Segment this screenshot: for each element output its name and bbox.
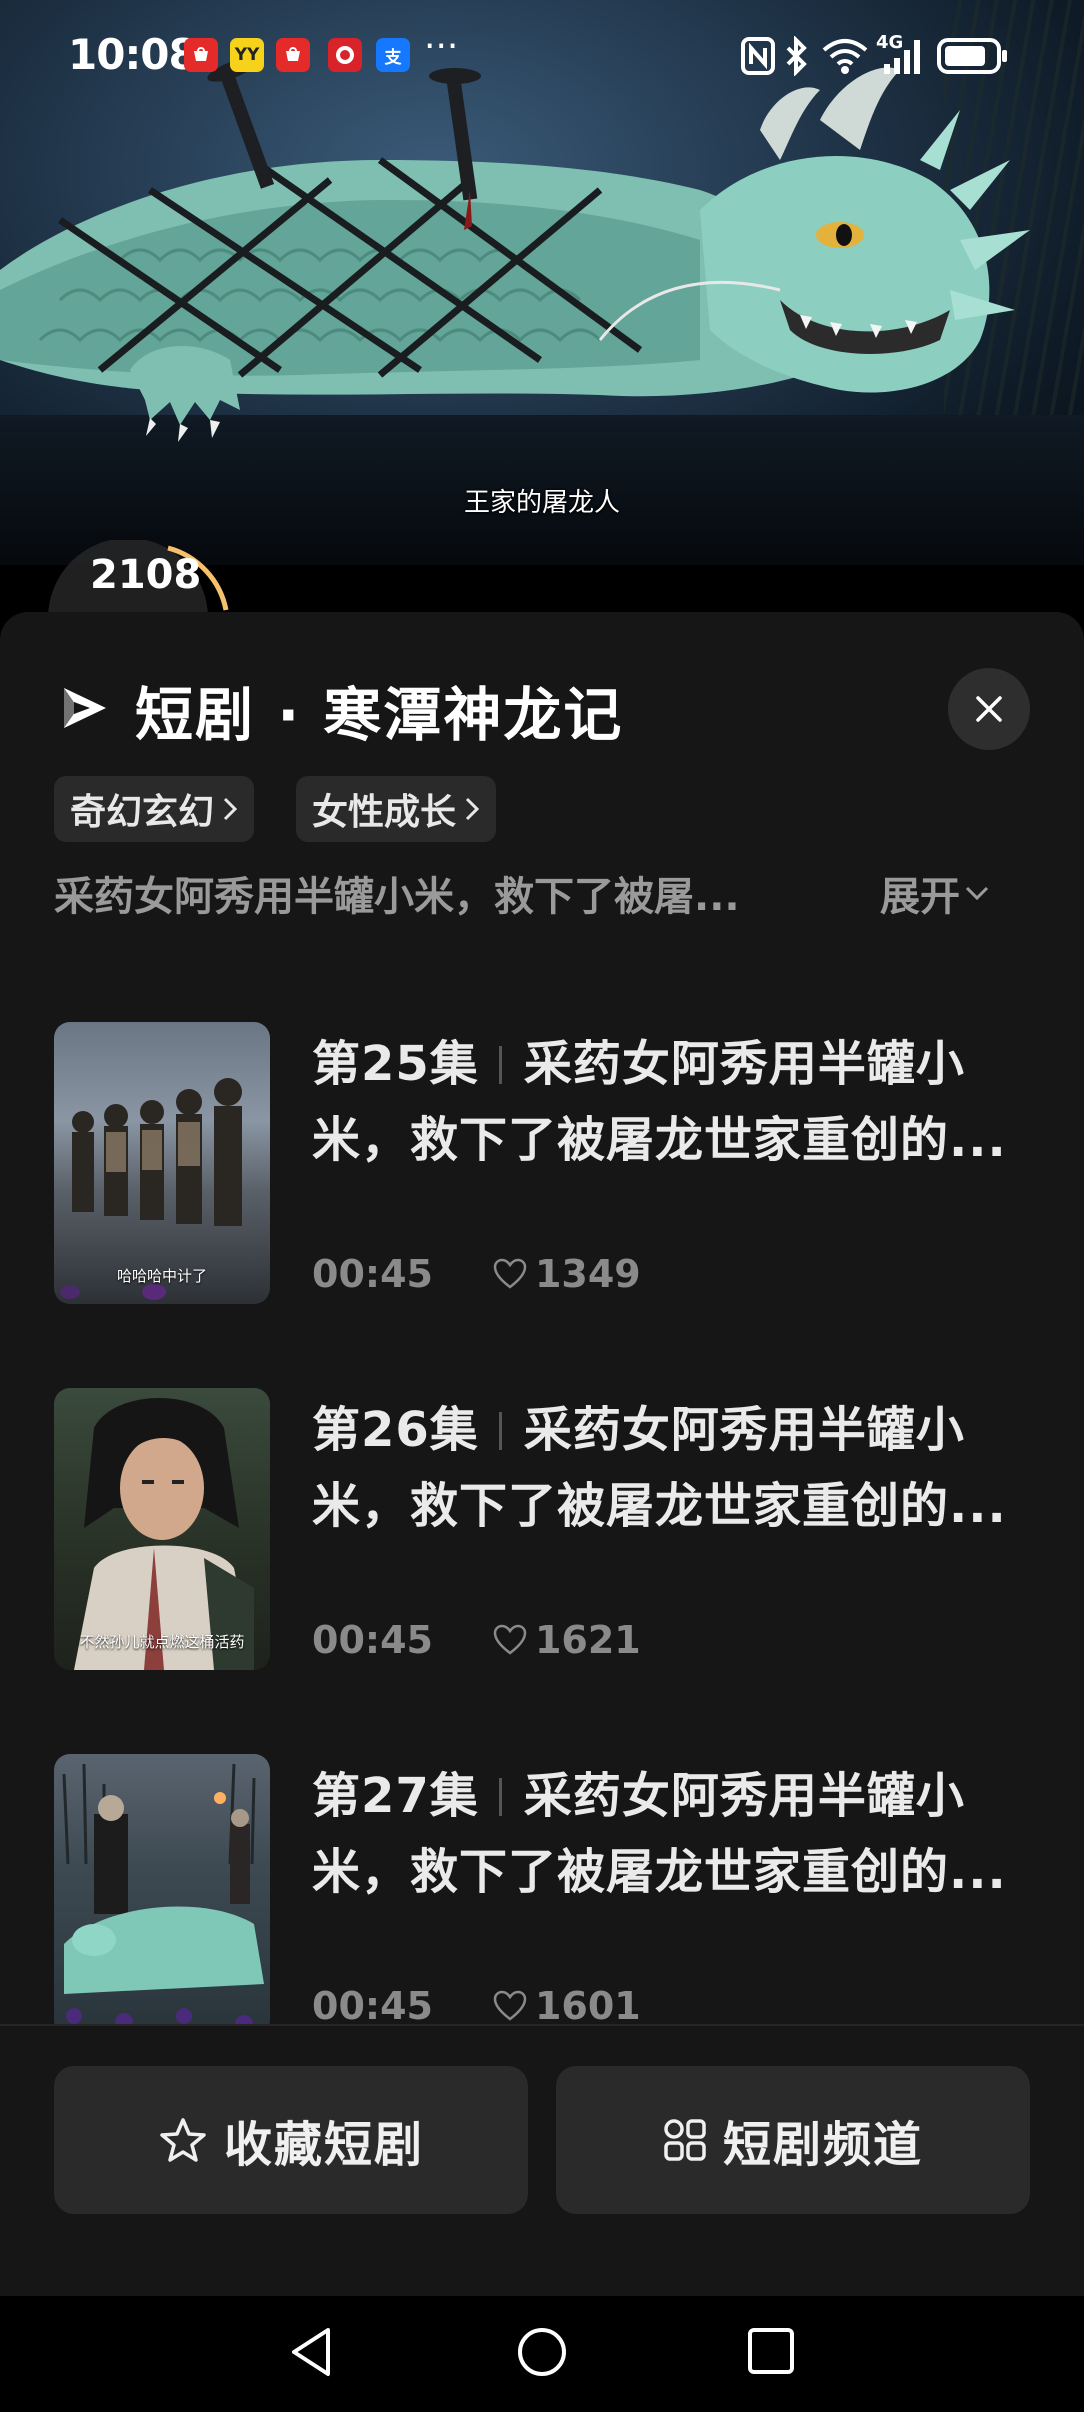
episode-title-line1: 采药女阿秀用半罐小 [523,1402,965,1458]
huawei-store-icon [184,38,218,72]
bluetooth-icon [786,36,807,76]
tag-fantasy[interactable]: 奇幻玄幻 [54,776,255,842]
episode-likes: 1601 [493,1984,641,2028]
thumbnail-caption: 不然孙儿就点燃这桶活药 [79,1633,245,1651]
favorite-drama-button[interactable]: 收藏短剧 [54,2066,528,2214]
title-separator [498,1412,502,1450]
thumbnail-art [62,1763,264,2033]
back-icon[interactable] [286,2324,336,2380]
thumbnail-caption: 哈哈哈中计了 [116,1267,207,1285]
favorite-label: 收藏短剧 [223,2117,424,2173]
star-icon [160,2118,206,2162]
more-notifications-icon: ··· [424,26,459,67]
status-bar: 10:08 YY 支 ··· 4G [0,0,1084,110]
episode-title: 第26集 采药女阿秀用半罐小 米，救下了被屠龙世家重创的... [312,1392,1042,1544]
expand-label: 展开 [880,874,960,920]
chevron-down-icon [965,886,989,901]
episode-title-line2: 米，救下了被屠龙世家重创的... [312,1112,1007,1168]
episode-title-line1: 采药女阿秀用半罐小 [523,1768,965,1824]
episode-number: 第25集 [312,1036,479,1092]
episode-title-line2: 米，救下了被屠龙世家重创的... [312,1478,1007,1534]
close-icon [976,696,1002,722]
tag-female-growth[interactable]: 女性成长 [296,776,497,842]
expand-synopsis-button[interactable]: 展开 [880,864,990,922]
action-bar-divider [0,2024,1084,2026]
episode-duration: 00:45 [312,1252,433,1296]
home-icon[interactable] [514,2324,570,2380]
huawei-app-icon [276,38,310,72]
episode-meta: 00:45 1621 [312,1618,641,1662]
episode-number: 第27集 [312,1768,479,1824]
recent-apps-icon[interactable] [744,2324,800,2380]
heart-icon [493,1624,527,1655]
tag-label: 奇幻玄幻 [70,792,215,833]
episode-title: 第27集 采药女阿秀用半罐小 米，救下了被屠龙世家重创的... [312,1758,1042,1910]
episode-duration: 00:45 [312,1984,433,2028]
system-navigation-bar [0,2296,1084,2412]
episode-likes: 1349 [493,1252,641,1296]
view-counter-badge: 2108 [40,540,240,620]
episode-thumbnail: 哈哈哈中计了 [54,1022,270,1304]
thumbnail-art [74,1398,254,1670]
thumbnail-art [60,1078,242,1300]
status-time: 10:08 [68,30,198,79]
counter-value: 2108 [90,552,202,598]
short-drama-logo-icon [64,688,106,728]
title-separator [498,1778,502,1816]
signal-icon [884,40,920,74]
grid-icon [664,2119,706,2161]
heart-icon [493,1990,527,2021]
video-subtitle: 王家的屠龙人 [463,488,620,518]
episode-duration: 00:45 [312,1618,433,1662]
drama-channel-button[interactable]: 短剧频道 [556,2066,1030,2214]
chevron-right-icon [465,797,480,821]
episode-meta: 00:45 1601 [312,1984,641,2028]
title-separator [498,1046,502,1084]
channel-label: 短剧频道 [722,2117,923,2173]
nfc-icon [741,37,775,75]
episode-item-25[interactable]: 哈哈哈中计了 第25集 采药女阿秀用半罐小 米，救下了被屠龙世家重创的... 00… [54,1022,1034,1304]
drama-episode-sheet: 短剧 · 寒潭神龙记 奇幻玄幻 女性成长 采药女阿秀用半罐小米，救下了被屠...… [0,612,1084,2296]
yy-app-icon: YY [230,38,264,72]
episode-likes: 1621 [493,1618,641,1662]
chevron-right-icon [223,797,238,821]
episode-number: 第26集 [312,1402,479,1458]
wifi-icon [822,39,868,74]
episode-meta: 00:45 1349 [312,1252,641,1296]
likes-count: 1621 [534,1618,641,1662]
heart-icon [493,1258,527,1289]
tag-label: 女性成长 [312,792,457,833]
episode-title: 第25集 采药女阿秀用半罐小 米，救下了被屠龙世家重创的... [312,1026,1042,1178]
alipay-icon: 支 [376,38,410,72]
episode-thumbnail: 不然孙儿就点燃这桶活药 [54,1388,270,1670]
red-app-icon [328,38,362,72]
close-button[interactable] [948,668,1030,750]
battery-icon [937,38,1007,74]
sheet-title: 短剧 · 寒潭神龙记 [135,681,624,749]
episode-title-line2: 米，救下了被屠龙世家重创的... [312,1844,1007,1900]
episode-item-26[interactable]: 不然孙儿就点燃这桶活药 第26集 采药女阿秀用半罐小 米，救下了被屠龙世家重创的.… [54,1388,1034,1670]
likes-count: 1349 [534,1252,641,1296]
episode-item-27[interactable]: 第27集 采药女阿秀用半罐小 米，救下了被屠龙世家重创的... 00:45 160… [54,1754,1034,2036]
episode-thumbnail [54,1754,270,2036]
episode-title-line1: 采药女阿秀用半罐小 [523,1036,965,1092]
likes-count: 1601 [534,1984,641,2028]
